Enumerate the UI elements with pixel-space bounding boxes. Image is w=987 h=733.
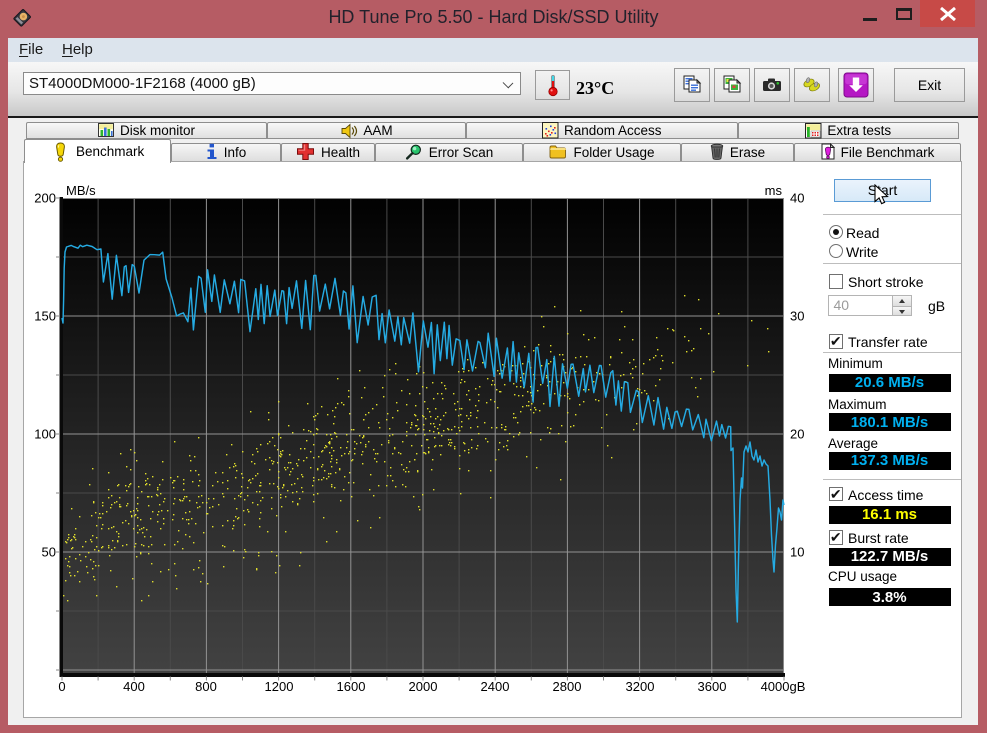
svg-text:2000: 2000 [409, 679, 438, 694]
svg-text:2800: 2800 [553, 679, 582, 694]
svg-text:2400: 2400 [481, 679, 510, 694]
svg-text:4000gB: 4000gB [761, 679, 806, 694]
svg-text:40: 40 [790, 191, 804, 206]
svg-text:30: 30 [790, 309, 804, 324]
svg-text:400: 400 [123, 679, 145, 694]
svg-text:50: 50 [42, 545, 56, 560]
svg-text:MB/s: MB/s [66, 183, 96, 198]
svg-text:800: 800 [195, 679, 217, 694]
svg-text:3200: 3200 [626, 679, 655, 694]
svg-text:1200: 1200 [265, 679, 294, 694]
svg-text:100: 100 [34, 427, 56, 442]
svg-text:200: 200 [34, 191, 56, 206]
svg-text:20: 20 [790, 427, 804, 442]
svg-text:10: 10 [790, 545, 804, 560]
svg-text:3600: 3600 [698, 679, 727, 694]
svg-text:1600: 1600 [337, 679, 366, 694]
svg-text:150: 150 [34, 309, 56, 324]
svg-text:0: 0 [58, 679, 65, 694]
svg-text:ms: ms [765, 183, 783, 198]
